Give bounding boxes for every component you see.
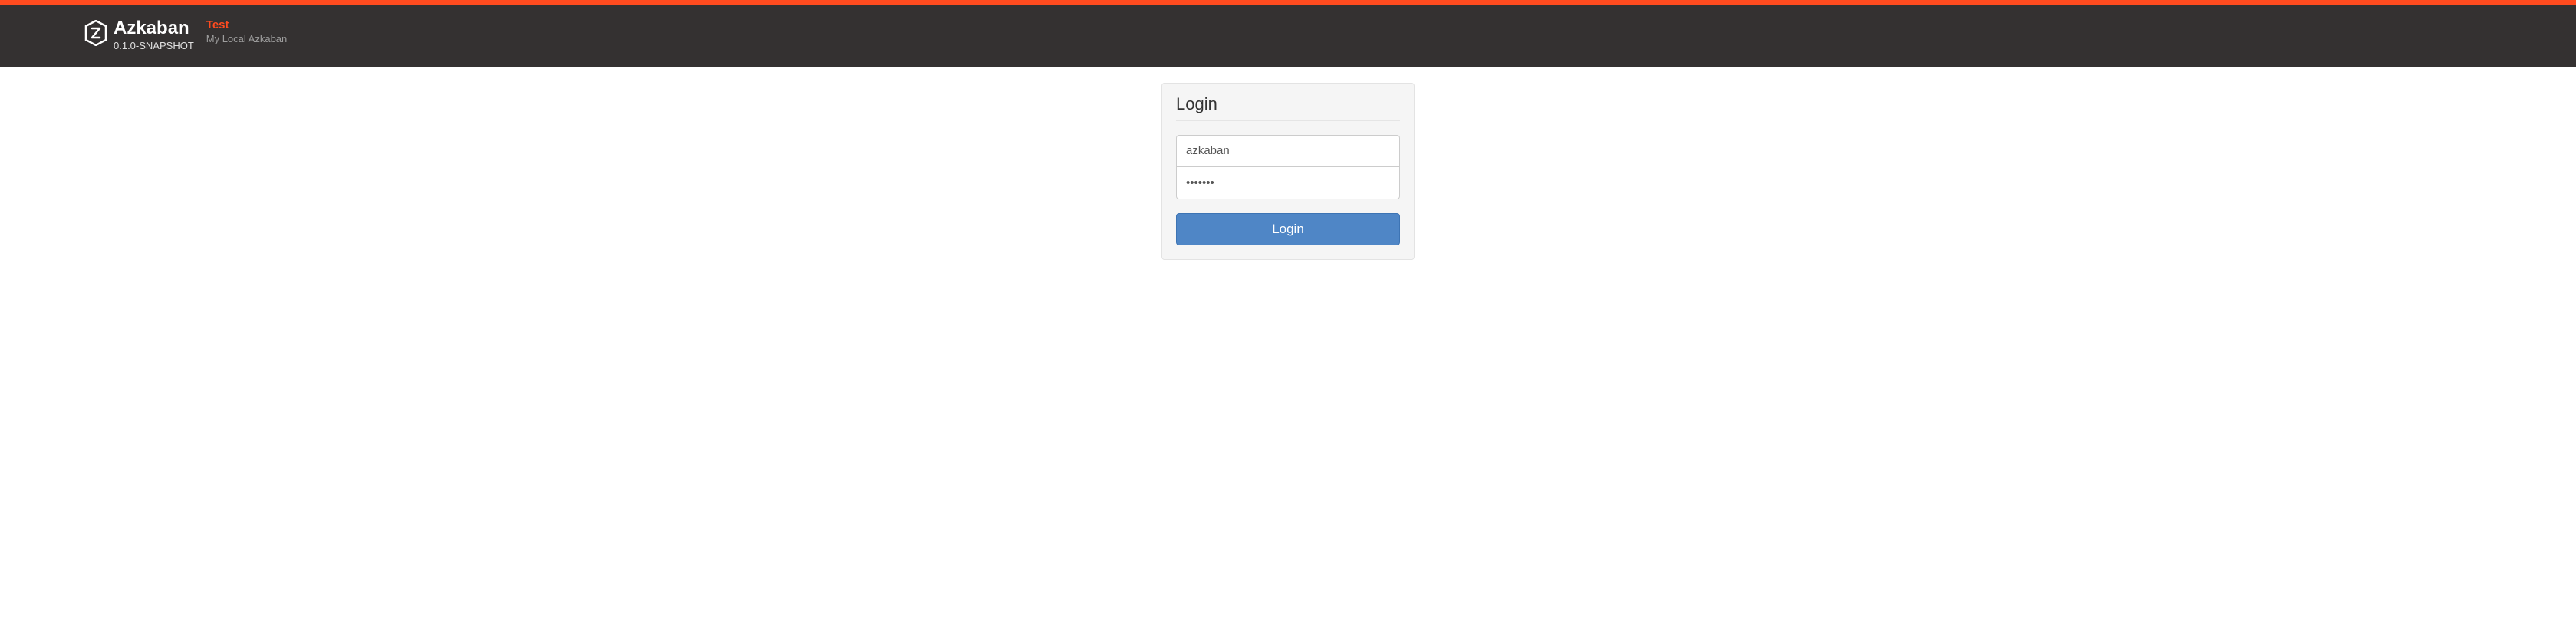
login-panel: Login Login bbox=[1161, 83, 1415, 260]
login-title: Login bbox=[1176, 94, 1400, 121]
environment-name: Test bbox=[206, 18, 288, 32]
azkaban-logo-icon bbox=[84, 20, 107, 46]
login-button[interactable]: Login bbox=[1176, 213, 1400, 245]
environment-label: Test My Local Azkaban bbox=[206, 18, 288, 46]
app-name: Azkaban bbox=[114, 18, 194, 38]
username-input[interactable] bbox=[1176, 135, 1400, 167]
app-version: 0.1.0-SNAPSHOT bbox=[114, 38, 194, 54]
password-input[interactable] bbox=[1176, 167, 1400, 199]
environment-description: My Local Azkaban bbox=[206, 32, 288, 46]
logo-group: Azkaban 0.1.0-SNAPSHOT bbox=[84, 18, 194, 54]
header-bar: Azkaban 0.1.0-SNAPSHOT Test My Local Azk… bbox=[0, 5, 2576, 67]
